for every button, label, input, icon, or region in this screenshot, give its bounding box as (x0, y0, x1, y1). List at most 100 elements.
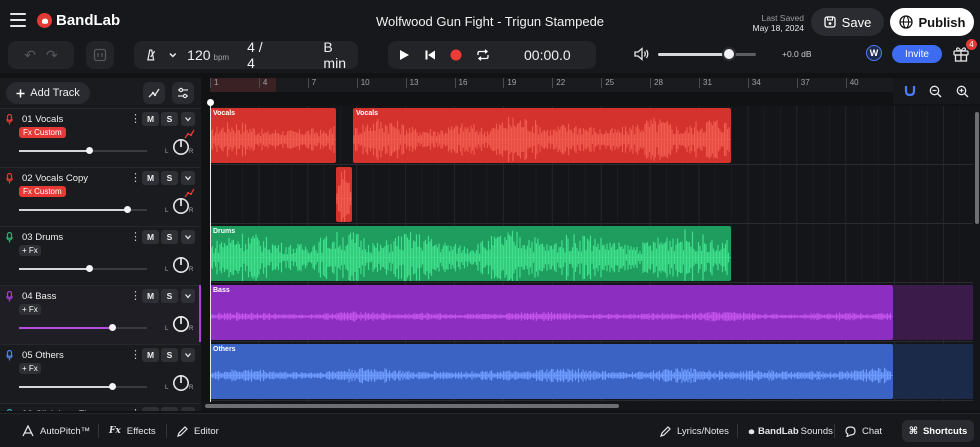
track-expand-button[interactable] (181, 348, 195, 362)
add-track-button[interactable]: Add Track (6, 82, 90, 104)
bandlab-sounds-button[interactable]: BandLab Sounds (747, 414, 833, 447)
menu-icon[interactable] (10, 13, 26, 27)
solo-button[interactable]: S (161, 289, 178, 303)
timeline-ruler[interactable]: 1 4 7 10 13 16 19 22 25 28 31 34 37 40 (210, 78, 893, 92)
track-header[interactable]: 01 Vocals ⋮ M S Fx Custom L R (0, 108, 201, 167)
audio-clip[interactable]: Drums (210, 226, 731, 281)
track-name[interactable]: 05 Others (22, 350, 64, 361)
mute-button[interactable]: M (142, 230, 159, 244)
master-volume-slider[interactable] (658, 46, 756, 61)
more-options-icon[interactable]: ⋮ (130, 348, 141, 361)
playhead[interactable] (210, 100, 211, 402)
track-volume-slider[interactable] (19, 147, 147, 154)
track-header[interactable]: 06 Click Low Flute ⋮ M S L R (0, 403, 201, 411)
loop-icon[interactable] (476, 49, 490, 61)
effects-badge[interactable]: Fx Custom (19, 186, 66, 197)
record-icon[interactable] (450, 49, 462, 61)
pan-knob[interactable]: L R (165, 314, 194, 334)
mute-button[interactable]: M (142, 348, 159, 362)
audio-clip[interactable]: Others (210, 344, 893, 399)
more-options-icon[interactable]: ⋮ (130, 289, 141, 302)
track-name[interactable]: 02 Vocals Copy (22, 173, 88, 184)
autopitch-button[interactable]: AutoPitch™ (22, 414, 90, 447)
track-header[interactable]: 04 Bass ⋮ M S + Fx L R (0, 285, 201, 344)
audio-clip[interactable]: Vocals (353, 108, 731, 163)
horizontal-scroll-thumb[interactable] (205, 404, 619, 408)
track-name[interactable]: 04 Bass (22, 291, 56, 302)
track-volume-knob[interactable] (124, 206, 131, 213)
mute-button[interactable]: M (142, 171, 159, 185)
chat-button[interactable]: Chat (845, 414, 882, 447)
skip-back-icon[interactable] (424, 49, 436, 61)
pan-knob[interactable]: L R (165, 255, 194, 275)
collaborator-avatar[interactable]: W (866, 45, 882, 61)
track-expand-button[interactable] (181, 289, 195, 303)
audio-clip[interactable]: Vocals (210, 108, 336, 163)
track-header[interactable]: 05 Others ⋮ M S + Fx L R (0, 344, 201, 403)
more-options-icon[interactable]: ⋮ (130, 112, 141, 125)
time-display[interactable]: 00:00.0 (524, 47, 571, 63)
invite-button[interactable]: Invite (892, 45, 942, 63)
chevron-down-icon[interactable] (168, 50, 178, 60)
track-volume-slider[interactable] (19, 324, 147, 331)
metronome-icon[interactable] (144, 48, 158, 62)
track-volume-knob[interactable] (109, 383, 116, 390)
brand[interactable]: BandLab (37, 12, 120, 29)
effects-badge[interactable]: Fx Custom (19, 127, 66, 138)
time-signature[interactable]: 4 / 4 (247, 39, 273, 71)
editor-button[interactable]: Editor (177, 414, 219, 447)
horizontal-scrollbar[interactable] (201, 402, 980, 410)
audio-clip[interactable] (336, 167, 352, 222)
automation-button[interactable] (143, 82, 165, 104)
track-name[interactable]: 03 Drums (22, 232, 63, 243)
track-volume-slider[interactable] (19, 206, 147, 213)
vertical-scrollbar[interactable] (973, 106, 980, 402)
effects-badge[interactable]: + Fx (19, 363, 41, 374)
publish-button[interactable]: Publish (890, 8, 974, 36)
mixer-button[interactable] (172, 82, 194, 104)
pan-knob[interactable]: L R (165, 137, 194, 157)
undo-icon[interactable]: ↶ (24, 47, 36, 64)
effects-badge[interactable]: + Fx (19, 245, 41, 256)
effects-badge[interactable]: + Fx (19, 304, 41, 315)
zoom-out-icon[interactable] (929, 85, 942, 98)
save-button[interactable]: Save (811, 8, 884, 36)
pan-knob[interactable]: L R (165, 196, 194, 216)
track-header[interactable]: 03 Drums ⋮ M S + Fx L R (0, 226, 201, 285)
solo-button[interactable]: S (161, 407, 178, 411)
track-header[interactable]: 02 Vocals Copy ⋮ M S Fx Custom L R (0, 167, 201, 226)
track-lanes[interactable]: VocalsVocalsDrumsBassOthersClick_1 (210, 106, 973, 402)
redo-icon[interactable]: ↷ (46, 47, 58, 64)
track-expand-button[interactable] (181, 171, 195, 185)
mute-button[interactable]: M (142, 112, 159, 126)
mute-button[interactable]: M (142, 407, 159, 411)
solo-button[interactable]: S (161, 230, 178, 244)
bpm-field[interactable]: 120 bpm (187, 47, 229, 63)
lyrics-notes-button[interactable]: Lyrics/Notes (660, 414, 729, 447)
track-volume-knob[interactable] (86, 265, 93, 272)
mute-button[interactable]: M (142, 289, 159, 303)
track-expand-button[interactable] (181, 230, 195, 244)
more-options-icon[interactable]: ⋮ (130, 407, 141, 411)
zoom-in-icon[interactable] (956, 85, 969, 98)
solo-button[interactable]: S (161, 171, 178, 185)
toggle-panel-button[interactable] (86, 41, 114, 69)
track-expand-button[interactable] (181, 407, 195, 411)
effects-button[interactable]: Fx Effects (109, 414, 156, 447)
more-options-icon[interactable]: ⋮ (130, 171, 141, 184)
pan-knob[interactable]: L R (165, 373, 194, 393)
key-selector[interactable]: B min (323, 39, 358, 71)
magnet-snap-icon[interactable] (904, 85, 916, 97)
track-expand-button[interactable] (181, 112, 195, 126)
track-volume-knob[interactable] (86, 147, 93, 154)
master-volume-knob[interactable] (721, 46, 736, 61)
track-volume-knob[interactable] (109, 324, 116, 331)
vertical-scroll-thumb[interactable] (975, 112, 979, 224)
shortcuts-button[interactable]: ⌘ Shortcuts (902, 420, 974, 442)
speaker-icon[interactable] (634, 47, 650, 61)
track-volume-slider[interactable] (19, 383, 147, 390)
track-volume-slider[interactable] (19, 265, 147, 272)
track-name[interactable]: 06 Click Low Flute (22, 409, 100, 411)
audio-clip[interactable]: Bass (210, 285, 893, 340)
solo-button[interactable]: S (161, 112, 178, 126)
